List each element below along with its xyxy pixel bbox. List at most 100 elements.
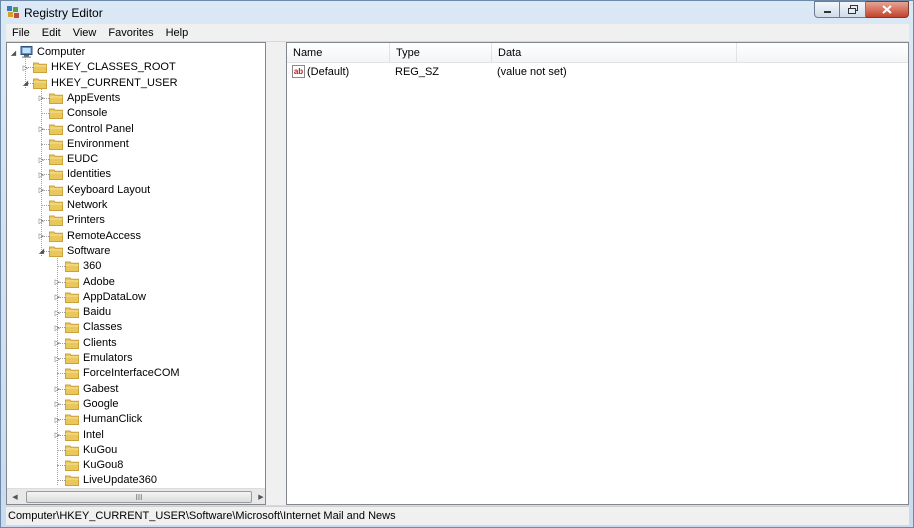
folder-icon	[65, 261, 79, 273]
collapsed-arrow-icon[interactable]: ▷	[37, 94, 46, 103]
tree-item[interactable]: ▷ Emulators	[7, 351, 265, 366]
tree-item[interactable]: ▷ Gabest	[7, 382, 265, 397]
tree-item[interactable]: Network	[7, 198, 265, 213]
value-name: (Default)	[307, 66, 350, 78]
collapsed-arrow-icon[interactable]: ▷	[37, 186, 46, 195]
close-button[interactable]	[866, 1, 909, 18]
collapsed-arrow-icon[interactable]: ▷	[37, 216, 46, 225]
folder-icon	[49, 154, 63, 166]
collapsed-arrow-icon[interactable]: ▷	[37, 170, 46, 179]
tree-item[interactable]: ▷ Classes	[7, 320, 265, 335]
tree-item-label: Google	[83, 397, 119, 410]
expanded-arrow-icon[interactable]: ◢	[37, 247, 46, 256]
column-header-type[interactable]: Type	[390, 43, 492, 63]
folder-icon	[33, 62, 47, 74]
collapsed-arrow-icon[interactable]: ▷	[53, 385, 62, 394]
values-list-pane[interactable]: Name Type Data ab (Default) REG_SZ (valu…	[286, 42, 909, 505]
collapsed-arrow-icon[interactable]: ▷	[53, 400, 62, 409]
tree-item[interactable]: ▷ Intel	[7, 428, 265, 443]
content-area: ◢ Computer ▷ HKEY_CLASSES_ROOT ◢ HKEY_CURRENT…	[6, 42, 909, 505]
horizontal-scroll-thumb[interactable]: III	[26, 491, 252, 503]
tree-item[interactable]: ▷ AppDataLow	[7, 290, 265, 305]
tree-item-label: EUDC	[67, 153, 99, 166]
tree-item[interactable]: ▷ Adobe	[7, 275, 265, 290]
collapsed-arrow-icon[interactable]: ▷	[53, 415, 62, 424]
maximize-button[interactable]	[840, 1, 866, 18]
tree-guide-line	[57, 465, 65, 467]
tree-guide-line	[57, 373, 65, 375]
collapsed-arrow-icon[interactable]: ▷	[53, 308, 62, 317]
folder-icon	[65, 292, 79, 303]
tree-guide-line	[57, 266, 65, 268]
tree-item[interactable]: ▷ Identities	[7, 167, 265, 182]
value-row[interactable]: ab (Default) REG_SZ (value not set)	[287, 64, 908, 81]
tree-guide-line	[41, 113, 49, 115]
collapsed-arrow-icon[interactable]: ▷	[21, 63, 30, 72]
collapsed-arrow-icon[interactable]: ▷	[37, 125, 46, 134]
expanded-arrow-icon[interactable]: ◢	[9, 48, 18, 57]
close-icon	[882, 5, 892, 14]
tree-item-label: HumanClick	[83, 413, 143, 426]
collapsed-arrow-icon[interactable]: ▷	[37, 232, 46, 241]
collapsed-arrow-icon[interactable]: ▷	[53, 323, 62, 332]
folder-icon	[49, 246, 63, 257]
tree-horizontal-scrollbar[interactable]: ◀ III ▶	[7, 488, 265, 504]
tree-item[interactable]: 360	[7, 259, 265, 274]
tree-item[interactable]: ForceInterfaceCOM	[7, 366, 265, 381]
tree-item[interactable]: Environment	[7, 137, 265, 152]
folder-icon	[33, 78, 47, 89]
menu-file[interactable]: File	[6, 27, 36, 39]
tree-item-label: Emulators	[83, 352, 133, 364]
collapsed-arrow-icon[interactable]: ▷	[53, 278, 62, 287]
key-tree: ◢ Computer ▷ HKEY_CLASSES_ROOT ◢ HKEY_CURRENT…	[7, 43, 265, 488]
tree-item[interactable]: ▷ Printers	[7, 213, 265, 228]
tree-item[interactable]: Console	[7, 106, 265, 121]
tree-item[interactable]: LiveUpdate360	[7, 473, 265, 488]
tree-item[interactable]: ▷ Keyboard Layout	[7, 183, 265, 198]
tree-item[interactable]: ◢ HKEY_CURRENT_USER	[7, 76, 265, 91]
folder-icon	[49, 185, 63, 196]
tree-item[interactable]: ▷ Baidu	[7, 305, 265, 320]
folder-icon	[65, 353, 79, 364]
tree-item-label: Intel	[83, 428, 104, 441]
tree-item-label: KuGou	[83, 443, 118, 456]
collapsed-arrow-icon[interactable]: ▷	[53, 339, 62, 348]
tree-item[interactable]: KuGou	[7, 443, 265, 458]
caption-buttons	[814, 1, 909, 18]
column-header-data[interactable]: Data	[492, 43, 737, 63]
collapsed-arrow-icon[interactable]: ▷	[53, 431, 62, 440]
menu-edit[interactable]: Edit	[36, 27, 67, 39]
menu-view[interactable]: View	[67, 27, 103, 39]
tree-item[interactable]: KuGou8	[7, 458, 265, 473]
tree-item[interactable]: ▷ Control Panel	[7, 122, 265, 137]
registry-editor-window: Registry Editor File Edit View Favorites…	[0, 0, 914, 528]
tree-item[interactable]: ▷ RemoteAccess	[7, 229, 265, 244]
menu-favorites[interactable]: Favorites	[102, 27, 159, 39]
minimize-button[interactable]	[814, 1, 840, 18]
tree-item[interactable]: ▷ EUDC	[7, 152, 265, 167]
tree-item-label: Console	[67, 107, 108, 120]
collapsed-arrow-icon[interactable]: ▷	[53, 354, 62, 363]
tree-item[interactable]: ◢ Computer	[7, 45, 265, 60]
menu-help[interactable]: Help	[160, 27, 195, 39]
collapsed-arrow-icon[interactable]: ▷	[53, 293, 62, 302]
tree-item-label: Classes	[83, 321, 123, 334]
title-bar[interactable]: Registry Editor	[1, 1, 913, 24]
scroll-right-icon[interactable]: ▶	[253, 489, 265, 504]
folder-icon	[65, 338, 79, 349]
tree-item[interactable]: ▷ HKEY_CLASSES_ROOT	[7, 60, 265, 75]
column-header-name[interactable]: Name	[287, 43, 390, 63]
key-tree-pane[interactable]: ◢ Computer ▷ HKEY_CLASSES_ROOT ◢ HKEY_CURRENT…	[6, 42, 266, 505]
collapsed-arrow-icon[interactable]: ▷	[37, 155, 46, 164]
folder-icon	[49, 215, 63, 227]
tree-item[interactable]: ◢ Software	[7, 244, 265, 259]
grip-icon: III	[135, 492, 143, 502]
tree-item-label: Network	[67, 199, 108, 211]
tree-item[interactable]: ▷ AppEvents	[7, 91, 265, 106]
expanded-arrow-icon[interactable]: ◢	[21, 79, 30, 88]
tree-item[interactable]: ▷ Google	[7, 397, 265, 412]
tree-item[interactable]: ▷ HumanClick	[7, 412, 265, 427]
tree-item[interactable]: ▷ Clients	[7, 336, 265, 351]
folder-icon	[49, 139, 63, 150]
scroll-left-icon[interactable]: ◀	[7, 489, 23, 504]
